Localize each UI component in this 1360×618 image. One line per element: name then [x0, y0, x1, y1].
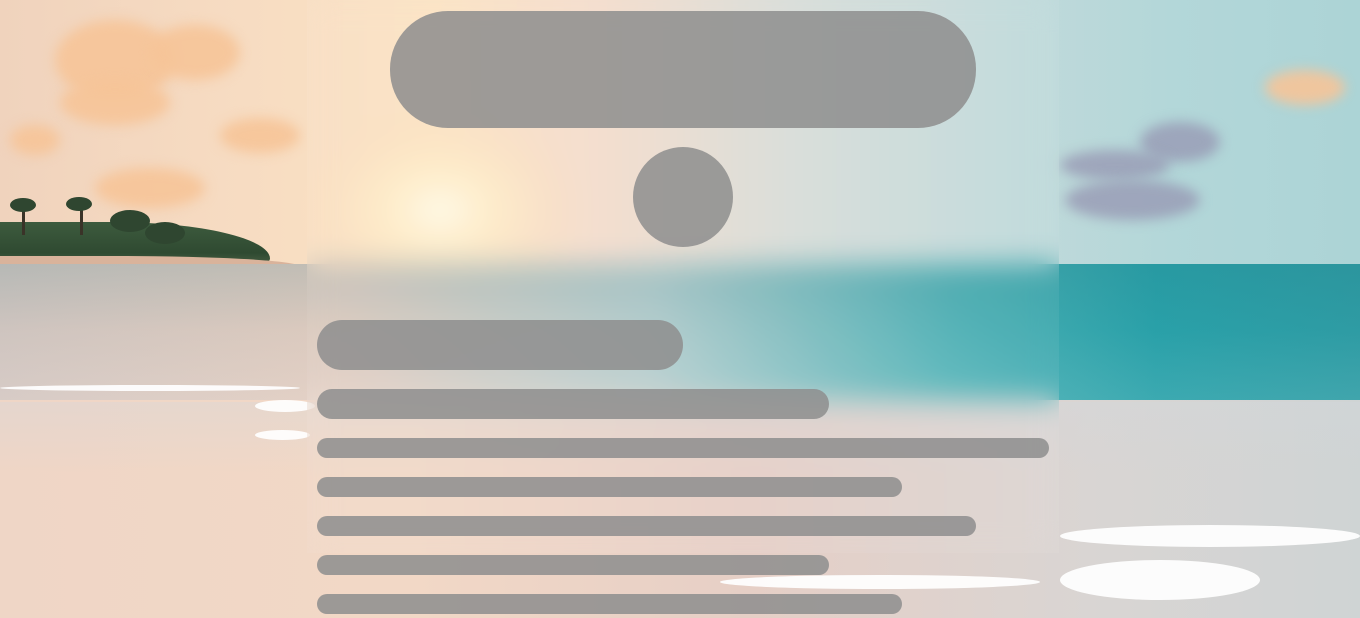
wave-foam: [255, 430, 310, 440]
palm-tree: [110, 210, 150, 232]
wave-foam: [1060, 560, 1260, 600]
skeleton-header-bar: [390, 11, 976, 128]
cloud: [150, 25, 240, 80]
cloud: [1265, 70, 1345, 105]
wave-foam: [0, 385, 300, 391]
palm-tree: [66, 197, 92, 211]
palm-tree: [10, 198, 36, 212]
cloud: [60, 80, 170, 125]
skeleton-avatar: [633, 147, 733, 247]
cloud: [220, 118, 300, 153]
skeleton-text-line: [317, 438, 1049, 458]
skeleton-title-line: [317, 320, 683, 370]
cloud: [1060, 150, 1170, 180]
skeleton-text-line: [317, 555, 829, 575]
cloud: [10, 125, 60, 155]
page: [0, 0, 1360, 618]
skeleton-text-line: [317, 477, 902, 497]
skeleton-text-line: [317, 594, 902, 614]
cloud: [95, 168, 205, 208]
wave-foam: [1060, 525, 1360, 547]
skeleton-text-line: [317, 516, 976, 536]
wave-foam: [720, 575, 1040, 589]
wave-foam: [255, 400, 315, 412]
skeleton-subtitle-line: [317, 389, 829, 419]
palm-tree: [145, 222, 185, 244]
cloud: [1065, 180, 1200, 220]
